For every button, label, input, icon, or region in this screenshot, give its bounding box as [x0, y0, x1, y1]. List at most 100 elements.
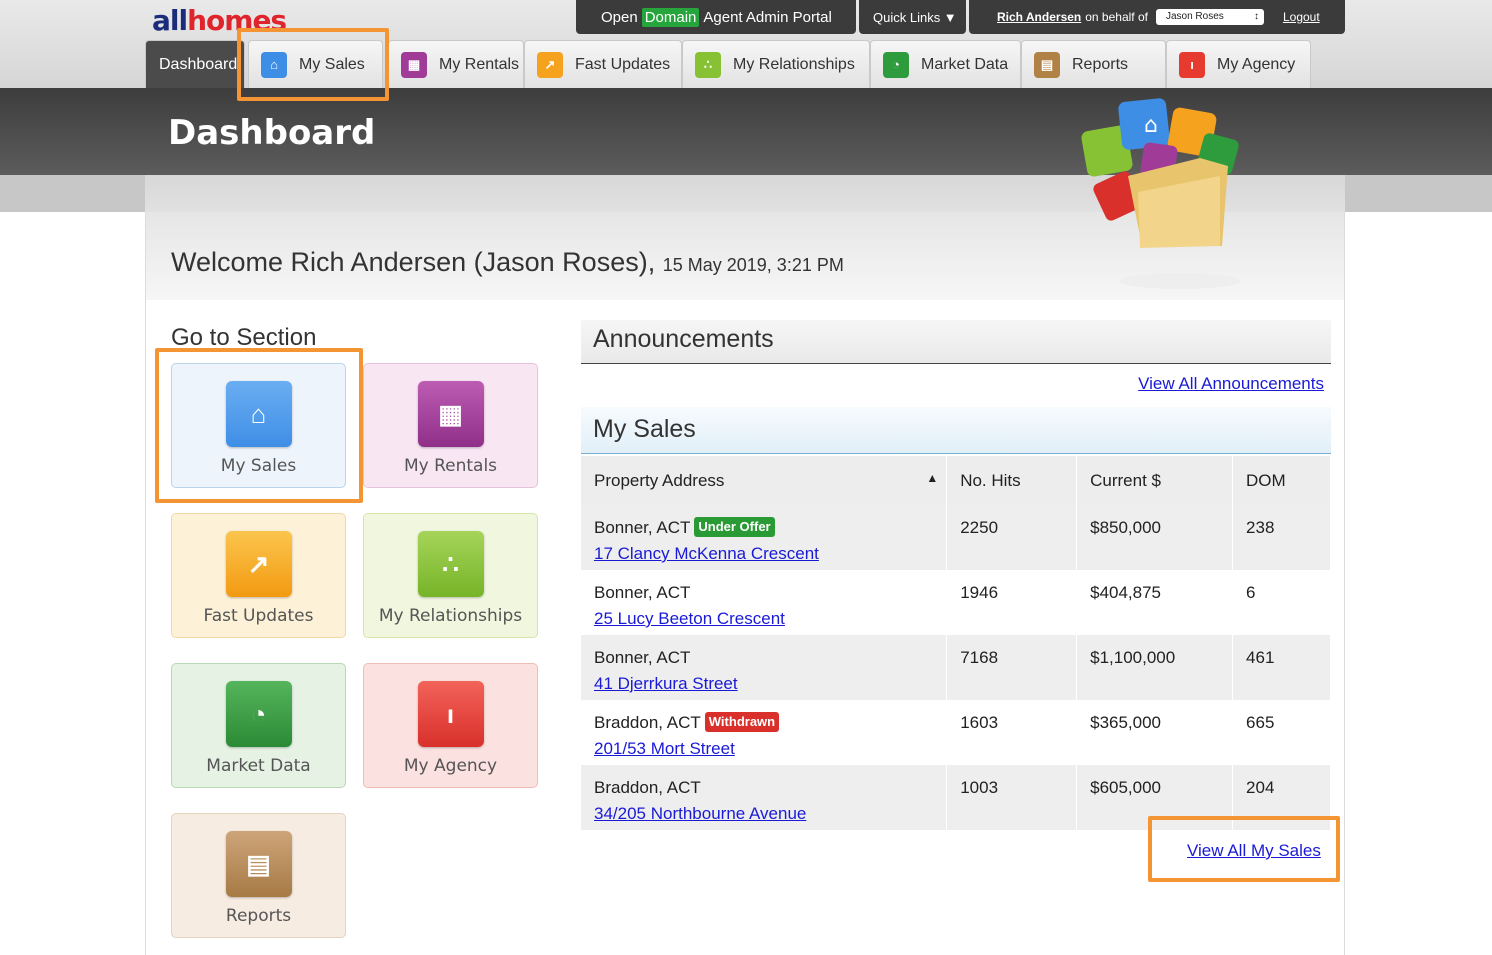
- table-row: Braddon, ACT Withdrawn 201/53 Mort Street …: [581, 700, 1331, 765]
- tab-fast-updates[interactable]: ↗ Fast Updates: [524, 40, 682, 88]
- suburb-text: Bonner, ACT: [594, 648, 691, 667]
- hits-cell: 7168: [946, 635, 1078, 700]
- dashboard-folder-illustration: ⌂: [1081, 98, 1240, 289]
- table-row: Bonner, ACT 41 Djerrkura Street 7168 $1,1…: [581, 635, 1331, 700]
- hits-cell: 1003: [946, 765, 1078, 830]
- address-cell: Bonner, ACT 25 Lucy Beeton Crescent: [581, 570, 948, 635]
- column-header-dom[interactable]: DOM: [1232, 456, 1331, 505]
- tile-label: My Agency: [403, 756, 498, 776]
- svg-text:⌂: ⌂: [1144, 113, 1158, 138]
- domain-badge: Domain: [641, 7, 700, 27]
- tab-label: My Agency: [1217, 55, 1296, 73]
- suburb-text: Braddon, ACT: [594, 713, 701, 732]
- column-label: Current $: [1090, 470, 1161, 490]
- address-cell: Bonner, ACT 41 Djerrkura Street: [581, 635, 948, 700]
- announcements-title: Announcements: [593, 325, 774, 353]
- person-icon: ı: [1179, 51, 1205, 78]
- quick-links-label: Quick Links ▼: [873, 9, 957, 25]
- user-name-link[interactable]: Rich Andersen: [997, 10, 1081, 24]
- hits-cell: 1946: [946, 570, 1078, 635]
- logo-text-all: all: [152, 4, 188, 37]
- my-sales-title: My Sales: [593, 415, 696, 443]
- column-label: No. Hits: [960, 470, 1021, 490]
- dom-cell: 6: [1232, 570, 1331, 635]
- column-label: DOM: [1246, 470, 1286, 490]
- building-icon: ▦: [417, 381, 484, 447]
- arrow-icon: ↗: [225, 531, 292, 597]
- tab-dashboard[interactable]: Dashboard: [145, 40, 245, 88]
- table-row: Bonner, ACT 25 Lucy Beeton Crescent 1946 …: [581, 570, 1331, 635]
- logout-link[interactable]: Logout: [1283, 10, 1320, 24]
- column-header-current-price[interactable]: Current $: [1076, 456, 1234, 505]
- address-cell: Braddon, ACT Withdrawn 201/53 Mort Street: [581, 700, 948, 765]
- view-all-announcements-link[interactable]: View All Announcements: [1138, 374, 1324, 394]
- current-price-cell: $1,100,000: [1076, 635, 1234, 700]
- arrow-icon: ↗: [537, 51, 563, 78]
- property-address-link[interactable]: 201/53 Mort Street: [594, 739, 735, 758]
- table-header-row: Property Address ▲ No. Hits Current $ DOM: [581, 456, 1331, 505]
- address-cell: Bonner, ACT Under Offer 17 Clancy McKenna …: [581, 505, 948, 570]
- tab-my-relationships[interactable]: ∴ My Relationships: [682, 40, 870, 88]
- table-row: Bonner, ACT Under Offer 17 Clancy McKenna …: [581, 505, 1331, 570]
- current-price-cell: $850,000: [1076, 505, 1234, 570]
- quick-links-menu[interactable]: Quick Links ▼: [859, 0, 966, 34]
- property-address-link[interactable]: 41 Djerrkura Street: [594, 674, 738, 693]
- tile-label: Fast Updates: [203, 606, 314, 626]
- portal-suffix: Agent Admin Portal: [703, 8, 832, 26]
- people-icon: ∴: [695, 51, 721, 78]
- section-tile-my-relationships[interactable]: ∴ My Relationships: [363, 513, 538, 638]
- tab-reports[interactable]: ▤ Reports: [1021, 40, 1166, 88]
- pie-chart-icon: ◔: [225, 681, 292, 747]
- tab-label: My Relationships: [733, 55, 855, 73]
- dom-cell: 665: [1232, 700, 1331, 765]
- section-tile-my-rentals[interactable]: ▦ My Rentals: [363, 363, 538, 488]
- portal-prefix: Open: [601, 8, 638, 26]
- dom-cell: 238: [1232, 505, 1331, 570]
- page-title: Dashboard: [168, 113, 376, 153]
- tile-label: Reports: [225, 906, 292, 926]
- tile-label: My Rentals: [403, 456, 498, 476]
- document-icon: ▤: [225, 831, 292, 897]
- tab-label: My Rentals: [439, 55, 520, 73]
- status-badge: Withdrawn: [704, 712, 780, 732]
- tab-label: Dashboard: [159, 55, 238, 73]
- property-address-link[interactable]: 17 Clancy McKenna Crescent: [594, 544, 819, 563]
- open-domain-portal-link[interactable]: Open Domain Agent Admin Portal: [576, 0, 856, 34]
- highlight-box-my-sales-tab: [237, 28, 389, 101]
- person-icon: ı: [417, 681, 484, 747]
- address-cell: Braddon, ACT 34/205 Northbourne Avenue: [581, 765, 948, 830]
- highlight-box-view-all-sales: [1148, 816, 1340, 882]
- sort-ascending-icon: ▲: [926, 470, 939, 485]
- pie-chart-icon: ◔: [883, 51, 909, 78]
- agent-select[interactable]: Jason Roses: [1155, 9, 1264, 25]
- tab-my-rentals[interactable]: ▦ My Rentals: [388, 40, 524, 88]
- suburb-text: Bonner, ACT: [594, 583, 691, 602]
- column-header-hits[interactable]: No. Hits: [946, 456, 1078, 505]
- section-tile-fast-updates[interactable]: ↗ Fast Updates: [171, 513, 346, 638]
- property-address-link[interactable]: 34/205 Northbourne Avenue: [594, 804, 806, 823]
- building-icon: ▦: [401, 51, 427, 78]
- hits-cell: 1603: [946, 700, 1078, 765]
- tab-my-agency[interactable]: ı My Agency: [1166, 40, 1311, 88]
- column-header-property-address[interactable]: Property Address ▲: [581, 456, 948, 505]
- section-tile-my-agency[interactable]: ı My Agency: [363, 663, 538, 788]
- current-price-cell: $365,000: [1076, 700, 1234, 765]
- tab-market-data[interactable]: ◔ Market Data: [870, 40, 1021, 88]
- welcome-date: 15 May 2019, 3:21 PM: [662, 255, 844, 275]
- document-icon: ▤: [1034, 51, 1060, 78]
- people-icon: ∴: [417, 531, 484, 597]
- user-bar: Rich Andersen on behalf of Jason Roses L…: [969, 0, 1345, 34]
- tab-label: Fast Updates: [575, 55, 671, 73]
- status-badge: Under Offer: [694, 517, 775, 537]
- announcements-header: Announcements: [581, 320, 1331, 364]
- my-sales-header: My Sales: [581, 407, 1331, 454]
- section-tile-reports[interactable]: ▤ Reports: [171, 813, 346, 938]
- suburb-text: Bonner, ACT: [594, 518, 691, 537]
- highlight-box-my-sales-tile: [155, 348, 363, 503]
- on-behalf-of-label: on behalf of: [1085, 10, 1148, 24]
- section-tile-market-data[interactable]: ◔ Market Data: [171, 663, 346, 788]
- property-address-link[interactable]: 25 Lucy Beeton Crescent: [594, 609, 785, 628]
- tile-label: Market Data: [206, 756, 311, 776]
- current-price-cell: $404,875: [1076, 570, 1234, 635]
- tile-label: My Relationships: [378, 606, 523, 626]
